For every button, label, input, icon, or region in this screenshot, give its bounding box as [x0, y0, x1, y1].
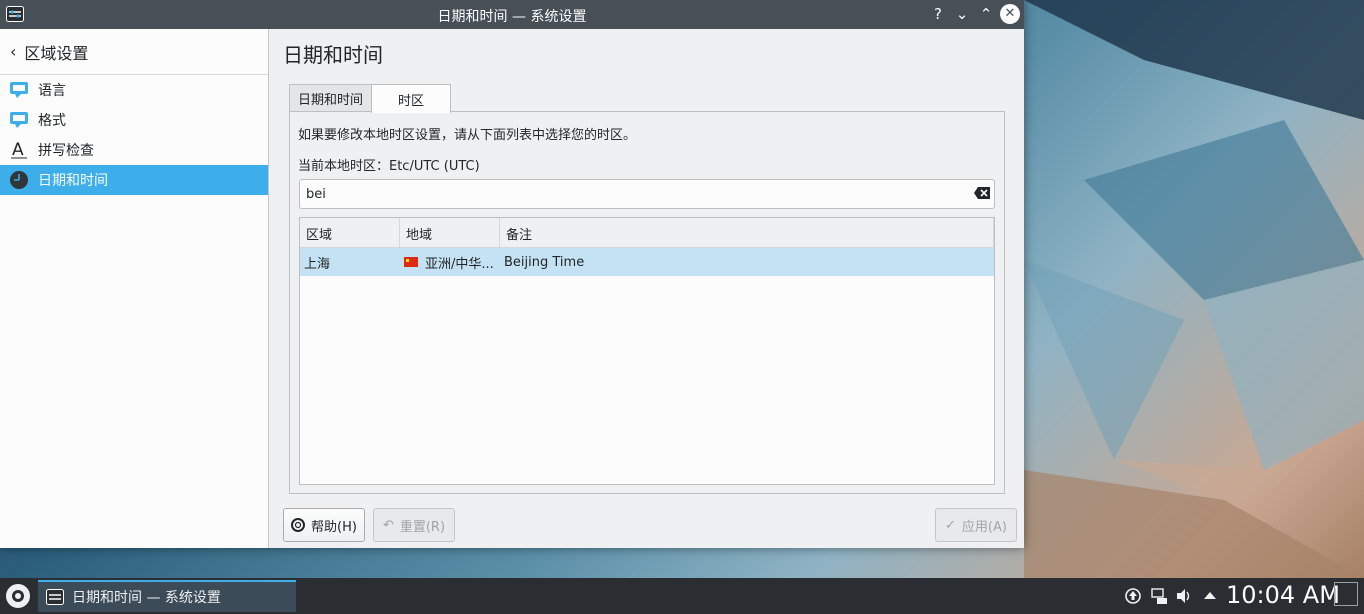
cell-note: Beijing Time [504, 254, 585, 270]
tab-timezone[interactable]: 时区 [371, 84, 452, 113]
cell-area: 亚洲/中华... [400, 248, 500, 276]
close-button[interactable]: ✕ [1000, 4, 1020, 24]
clear-text-icon[interactable] [973, 186, 991, 200]
window-title: 日期和时间 — 系统设置 [437, 9, 587, 25]
sidebar-header[interactable]: ‹ 区域设置 [0, 29, 268, 75]
table-row[interactable]: 上海 亚洲/中华... Beijing Time [300, 248, 994, 276]
speech-bubble-icon [8, 80, 30, 100]
sidebar-title: 区域设置 [24, 43, 89, 63]
main-content: 日期和时间 日期和时间 时区 如果要修改本地时区设置，请从下面列表中选择您的时区… [270, 29, 1024, 548]
cell-area-label: 亚洲/中华... [425, 256, 494, 272]
sidebar-item-label: 语言 [38, 83, 66, 99]
column-header-note[interactable]: 备注 [500, 218, 994, 248]
reset-button[interactable]: ↶ 重置(R) [373, 508, 455, 542]
sidebar-item-language[interactable]: 语言 [0, 75, 268, 105]
apply-button-label: 应用(A) [961, 519, 1007, 535]
sidebar-item-label: 拼写检查 [38, 143, 94, 159]
task-label: 日期和时间 — 系统设置 [72, 590, 221, 606]
speech-bubble-icon [8, 110, 30, 130]
apply-button[interactable]: ✓ 应用(A) [935, 508, 1017, 542]
timezone-hint: 如果要修改本地时区设置，请从下面列表中选择您的时区。 [298, 128, 637, 143]
help-icon[interactable]: ? [928, 4, 948, 24]
timezone-panel: 如果要修改本地时区设置，请从下面列表中选择您的时区。 当前本地时区：Etc/UT… [289, 111, 1005, 494]
undo-icon: ↶ [382, 517, 394, 533]
sidebar-item-spellcheck[interactable]: A 拼写检查 [0, 135, 268, 165]
cell-region: 上海 [304, 256, 331, 272]
help-button[interactable]: 帮助(H) [283, 508, 365, 542]
column-header-area[interactable]: 地域 [400, 218, 500, 248]
volume-icon[interactable] [1175, 587, 1193, 605]
table-header: 区域 地域 备注 [300, 218, 994, 248]
sidebar-item-formats[interactable]: 格式 [0, 105, 268, 135]
updates-icon[interactable] [1124, 587, 1142, 605]
system-settings-icon [46, 589, 64, 605]
expand-tray-icon[interactable] [1201, 587, 1219, 605]
taskbar: 日期和时间 — 系统设置 10:04 AM [0, 578, 1364, 614]
reset-button-label: 重置(R) [399, 519, 446, 535]
china-flag-icon [404, 257, 418, 267]
minimize-button[interactable]: ⌄ [952, 4, 972, 24]
clock-icon [8, 170, 30, 190]
digital-clock[interactable]: 10:04 AM [1226, 581, 1340, 609]
current-timezone: 当前本地时区：Etc/UTC (UTC) [298, 159, 480, 174]
settings-window: 日期和时间 — 系统设置 ? ⌄ ⌃ ✕ ‹ 区域设置 语言 格式 A 拼写检查 [0, 0, 1024, 548]
svg-text:A: A [12, 140, 24, 160]
page-title: 日期和时间 [283, 43, 383, 67]
chevron-left-icon[interactable]: ‹ [10, 42, 16, 61]
sidebar-item-label: 日期和时间 [38, 173, 108, 189]
window-titlebar[interactable]: 日期和时间 — 系统设置 ? ⌄ ⌃ ✕ [0, 0, 1024, 29]
letter-a-icon: A [8, 140, 30, 160]
help-button-label: 帮助(H) [311, 519, 357, 535]
taskbar-task-settings[interactable]: 日期和时间 — 系统设置 [38, 580, 296, 612]
timezone-search-input[interactable] [299, 179, 995, 209]
lifebuoy-icon [291, 518, 306, 532]
application-launcher-icon[interactable] [4, 582, 32, 610]
sidebar: ‹ 区域设置 语言 格式 A 拼写检查 日期和时间 [0, 29, 269, 548]
desktop-wallpaper [1024, 0, 1364, 578]
timezone-table: 区域 地域 备注 上海 亚洲/中华... Beijing Time [299, 217, 995, 485]
column-header-region[interactable]: 区域 [300, 218, 400, 248]
sidebar-item-datetime[interactable]: 日期和时间 [0, 165, 268, 195]
tab-date-time[interactable]: 日期和时间 [289, 84, 373, 112]
checkmark-icon: ✓ [945, 517, 956, 533]
sidebar-item-label: 格式 [38, 113, 66, 129]
show-desktop-button[interactable] [1334, 582, 1358, 606]
tab-bar: 日期和时间 时区 [289, 84, 452, 113]
maximize-button[interactable]: ⌃ [976, 4, 996, 24]
network-icon[interactable] [1150, 587, 1168, 605]
